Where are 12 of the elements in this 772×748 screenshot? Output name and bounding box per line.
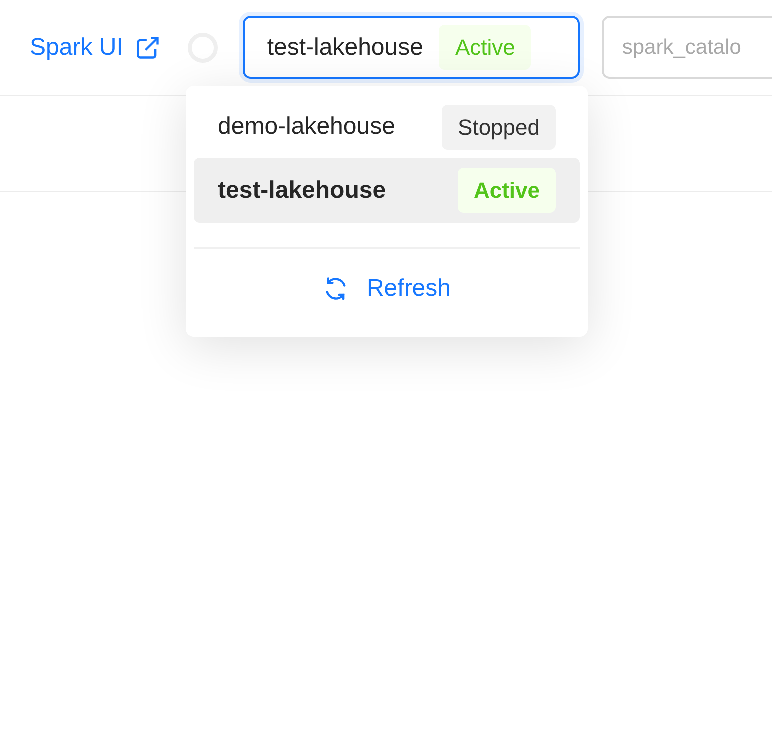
status-tag: Active bbox=[439, 25, 532, 70]
spark-ui-link[interactable]: Spark UI bbox=[30, 30, 162, 66]
catalog-field[interactable]: spark_catalo bbox=[602, 16, 772, 79]
selected-value: test-lakehouse bbox=[267, 32, 424, 62]
lakehouse-option[interactable]: test-lakehouse Active bbox=[194, 158, 580, 223]
external-link-icon bbox=[135, 34, 162, 60]
option-label: test-lakehouse bbox=[218, 176, 386, 206]
refresh-button[interactable]: Refresh bbox=[194, 249, 580, 329]
status-tag: Active bbox=[458, 168, 556, 213]
lakehouse-option[interactable]: demo-lakehouse Stopped bbox=[194, 104, 580, 150]
status-tag: Stopped bbox=[442, 104, 556, 150]
option-label: demo-lakehouse bbox=[218, 112, 396, 142]
